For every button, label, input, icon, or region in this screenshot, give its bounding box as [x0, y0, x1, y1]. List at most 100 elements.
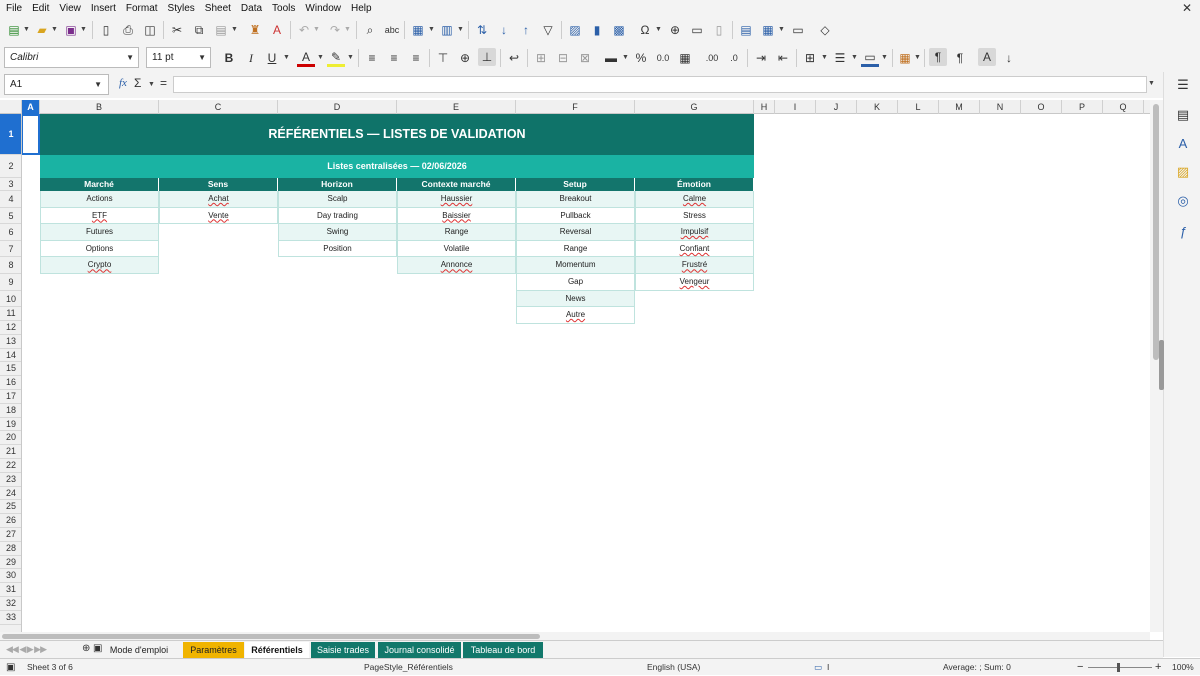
- list-cell[interactable]: Gap: [516, 274, 635, 291]
- row-header-16[interactable]: 16: [0, 376, 21, 390]
- column-header-o[interactable]: O: [1021, 100, 1062, 114]
- row-header-14[interactable]: 14: [0, 349, 21, 363]
- menu-item-file[interactable]: File: [0, 0, 27, 17]
- column-header-j[interactable]: J: [816, 100, 857, 114]
- close-document-icon[interactable]: ✕: [1182, 1, 1192, 15]
- column-header-a[interactable]: A: [22, 100, 40, 114]
- paste-icon[interactable]: ▤: [212, 21, 230, 39]
- chevron-down-icon[interactable]: ▼: [94, 75, 102, 94]
- list-cell[interactable]: Confiant: [635, 240, 754, 258]
- menu-item-help[interactable]: Help: [346, 0, 377, 17]
- row-header-8[interactable]: 8: [0, 257, 21, 274]
- sidebar-menu-icon[interactable]: ☰: [1174, 76, 1192, 94]
- chevron-down-icon[interactable]: ▼: [23, 26, 30, 33]
- save-icon[interactable]: ▣: [62, 21, 80, 39]
- list-cell[interactable]: Pullback: [516, 207, 635, 225]
- chevron-down-icon[interactable]: ▼: [51, 26, 58, 33]
- menu-item-styles[interactable]: Styles: [163, 0, 200, 17]
- list-cell[interactable]: Autre: [516, 307, 635, 324]
- hyperlink-icon[interactable]: ⊕: [666, 21, 684, 39]
- row-header-9[interactable]: 9: [0, 274, 21, 291]
- sum-icon[interactable]: Σ: [134, 76, 141, 90]
- column-header-m[interactable]: M: [939, 100, 980, 114]
- functions-icon[interactable]: ƒ: [1174, 222, 1192, 240]
- list-cell[interactable]: Day trading: [278, 207, 397, 225]
- list-cell[interactable]: Achat: [159, 191, 278, 208]
- column-header-b[interactable]: B: [40, 100, 159, 114]
- add-sheet-icon[interactable]: ⊕: [82, 643, 90, 654]
- navigator-icon[interactable]: ◎: [1174, 192, 1192, 210]
- zoom-slider-thumb[interactable]: [1117, 663, 1120, 672]
- chevron-down-icon[interactable]: ▼: [655, 26, 662, 33]
- language[interactable]: English (USA): [647, 659, 700, 676]
- sort-icon[interactable]: ⇅: [473, 21, 491, 39]
- list-cell[interactable]: ETF: [40, 207, 159, 225]
- formula-equals-icon[interactable]: =: [160, 76, 167, 90]
- row-header-33[interactable]: 33: [0, 611, 21, 625]
- autofilter-icon[interactable]: ▽: [539, 21, 557, 39]
- row-header-27[interactable]: 27: [0, 528, 21, 542]
- list-cell[interactable]: Vente: [159, 207, 278, 225]
- column-header-n[interactable]: N: [980, 100, 1021, 114]
- new-document-icon[interactable]: ▤: [5, 21, 23, 39]
- chevron-down-icon[interactable]: ▼: [1148, 80, 1155, 87]
- list-cell[interactable]: Momentum: [516, 257, 635, 274]
- column-header-g[interactable]: G: [635, 100, 754, 114]
- spelling-icon[interactable]: abc: [383, 21, 401, 39]
- row-header-1[interactable]: 1: [0, 114, 21, 155]
- menu-item-insert[interactable]: Insert: [86, 0, 121, 17]
- zoom-level[interactable]: 100%: [1172, 659, 1194, 676]
- comment-icon[interactable]: ▭: [688, 21, 706, 39]
- list-cell[interactable]: Options: [40, 240, 159, 258]
- list-cell[interactable]: News: [516, 290, 635, 308]
- menu-item-view[interactable]: View: [54, 0, 86, 17]
- menu-item-window[interactable]: Window: [300, 0, 346, 17]
- zoom-slider[interactable]: [1088, 667, 1152, 668]
- list-cell[interactable]: Breakout: [516, 191, 635, 208]
- row-header-3[interactable]: 3: [0, 178, 21, 191]
- row-header-28[interactable]: 28: [0, 542, 21, 556]
- freeze-rows-columns-icon[interactable]: ▦: [759, 21, 777, 39]
- sheet-tab[interactable]: Tableau de bord: [463, 642, 543, 658]
- chevron-down-icon[interactable]: ▼: [778, 26, 785, 33]
- chevron-down-icon[interactable]: ▼: [313, 26, 320, 33]
- row-header-21[interactable]: 21: [0, 445, 21, 459]
- cut-icon[interactable]: ✂: [168, 21, 186, 39]
- row-header-23[interactable]: 23: [0, 473, 21, 487]
- pivot-table-icon[interactable]: ▩: [610, 21, 628, 39]
- row-header-4[interactable]: 4: [0, 191, 21, 208]
- special-character-icon[interactable]: Ω: [636, 21, 654, 39]
- column-header-e[interactable]: E: [397, 100, 516, 114]
- row-header-24[interactable]: 24: [0, 487, 21, 501]
- list-cell[interactable]: Position: [278, 240, 397, 258]
- find-replace-icon[interactable]: ⌕: [361, 21, 379, 39]
- row-header-12[interactable]: 12: [0, 321, 21, 335]
- selection-mode-icon[interactable]: ▭: [814, 659, 822, 676]
- list-cell[interactable]: Range: [397, 224, 516, 241]
- chevron-down-icon[interactable]: ▼: [126, 48, 134, 67]
- list-cell[interactable]: Futures: [40, 224, 159, 241]
- column-header-p[interactable]: P: [1062, 100, 1103, 114]
- horizontal-scrollbar[interactable]: [0, 632, 1150, 640]
- open-folder-icon[interactable]: ▰: [33, 21, 51, 39]
- font-name-box[interactable]: Calibri ▼: [4, 47, 139, 68]
- chevron-down-icon[interactable]: ▼: [80, 26, 87, 33]
- row-header-5[interactable]: 5: [0, 208, 21, 225]
- sort-descending-icon[interactable]: ↑: [517, 21, 535, 39]
- list-cell[interactable]: Crypto: [40, 257, 159, 274]
- print-preview-icon[interactable]: ◫: [141, 21, 159, 39]
- column-header-d[interactable]: D: [278, 100, 397, 114]
- chevron-down-icon[interactable]: ▼: [198, 48, 206, 67]
- name-box[interactable]: A1 ▼: [4, 74, 109, 95]
- menu-item-data[interactable]: Data: [236, 0, 267, 17]
- chevron-down-icon[interactable]: ▼: [231, 26, 238, 33]
- row-header-19[interactable]: 19: [0, 418, 21, 432]
- list-cell[interactable]: Actions: [40, 191, 159, 208]
- row-header-17[interactable]: 17: [0, 390, 21, 404]
- list-cell[interactable]: Vengeur: [635, 274, 754, 291]
- vertical-scroll-thumb[interactable]: [1153, 104, 1159, 360]
- headers-footers-icon[interactable]: ▯: [710, 21, 728, 39]
- print-icon[interactable]: ⎙: [119, 21, 137, 39]
- list-cell[interactable]: Stress: [635, 207, 754, 225]
- clear-formatting-icon[interactable]: A: [268, 21, 286, 39]
